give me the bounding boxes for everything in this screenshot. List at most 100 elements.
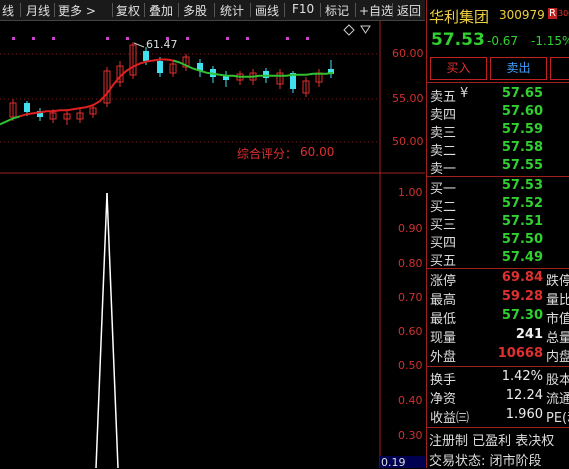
- ask-row-3: 卖三 57.59: [427, 122, 569, 141]
- ask-row-5: 卖五 ¥ 57.65: [427, 86, 569, 105]
- toolbar-back[interactable]: 返回: [397, 2, 421, 19]
- more-button[interactable]: [550, 57, 569, 80]
- quote-panel: 华利集团 300979 R 300 57.53 -0.67 -1.15% 买入 …: [426, 0, 569, 469]
- triangle-down-icon[interactable]: [360, 25, 371, 34]
- indicator-line-segment: [106, 192, 119, 468]
- stat-extra-label: 总量: [546, 331, 569, 346]
- ma-line-red: [19, 58, 174, 118]
- stat-label: 外盘: [430, 350, 457, 365]
- marker-dot: [186, 37, 189, 40]
- bid-price: 57.53: [501, 178, 543, 193]
- stat-label: 最低: [430, 312, 457, 327]
- toolbar-separator: [214, 3, 215, 17]
- sell-button[interactable]: 卖出: [490, 57, 547, 80]
- fin-label: 换手: [430, 373, 457, 388]
- toolbar-separator: [20, 3, 21, 17]
- marker-dot: [246, 37, 249, 40]
- stat-extra-label: 量比: [546, 293, 569, 308]
- bottom-value-label: 0.19: [381, 456, 406, 469]
- stat-value: 69.84: [501, 270, 543, 285]
- kline-chart-svg: [0, 21, 425, 468]
- fin-extra-label: 股本: [546, 373, 569, 388]
- toolbar-f10[interactable]: F10: [292, 2, 314, 16]
- ask-label: 卖五: [430, 90, 457, 105]
- marker-dot: [52, 37, 55, 40]
- toolbar-draw-line[interactable]: 画线: [255, 2, 279, 19]
- bid-price: 57.51: [501, 214, 543, 229]
- toolbar-multi-stock[interactable]: 多股: [183, 2, 207, 19]
- marker-dot: [32, 37, 35, 40]
- trading-status: 交易状态: 闭市阶段: [429, 454, 542, 469]
- stat-row: 最高 59.28 量比: [427, 289, 569, 308]
- fin-label: 净资: [430, 392, 457, 407]
- toolbar-separator: [54, 3, 55, 17]
- price-change-percent: -1.15%: [531, 34, 569, 48]
- chart-toolbar: 线 月线 更多 > 复权 叠加 多股 统计 画线 F10 标记 +自选 返回: [0, 0, 425, 21]
- fin-label: 收益㈢: [430, 411, 470, 426]
- toolbar-separator: [144, 3, 145, 17]
- toolbar-more[interactable]: 更多 >: [58, 2, 96, 19]
- stat-row: 外盘 10668 内盘: [427, 346, 569, 365]
- bid-label: 买五: [430, 254, 457, 269]
- toolbar-month-line[interactable]: 月线: [26, 2, 50, 19]
- bid-price: 57.49: [501, 250, 543, 265]
- stat-row: 最低 57.30 市值: [427, 308, 569, 327]
- stat-label: 现量: [430, 331, 457, 346]
- buy-button[interactable]: 买入: [430, 57, 487, 80]
- fin-extra-label: 流通: [546, 392, 569, 407]
- indicator-tick-label: 0.90: [398, 222, 423, 235]
- registration-tag: R: [548, 8, 557, 19]
- diamond-icon[interactable]: [343, 24, 355, 36]
- stat-extra-label: 跌停: [546, 274, 569, 289]
- stock-code: 300979: [499, 8, 545, 22]
- marker-dot: [106, 37, 109, 40]
- toolbar-add-favorite[interactable]: +自选: [359, 2, 393, 19]
- toolbar-overlay[interactable]: 叠加: [149, 2, 173, 19]
- ask-label: 卖四: [430, 108, 457, 123]
- price-change: -0.67: [487, 34, 519, 48]
- price-tick-label: 50.00: [392, 135, 424, 148]
- ask-price: 57.65: [501, 86, 543, 101]
- ask-row-2: 卖二 57.58: [427, 140, 569, 159]
- stat-label: 涨停: [430, 274, 457, 289]
- indicator-tick-label: 0.80: [398, 257, 423, 270]
- bid-row-5: 买五 57.49: [427, 250, 569, 269]
- divider: [427, 176, 569, 177]
- stock-attributes: 注册制 已盈利 表决权: [429, 434, 555, 449]
- fin-value: 1.960: [505, 407, 543, 422]
- bid-label: 买一: [430, 182, 457, 197]
- marker-dot: [286, 37, 289, 40]
- fin-value: 12.24: [505, 388, 543, 403]
- bid-price: 57.52: [501, 196, 543, 211]
- ask-price: 57.59: [501, 122, 543, 137]
- ask-row-4: 卖四 57.60: [427, 104, 569, 123]
- marker-dot: [126, 37, 129, 40]
- stat-label: 最高: [430, 293, 457, 308]
- indicator-tick-label: 0.60: [398, 325, 423, 338]
- bid-label: 买三: [430, 218, 457, 233]
- stat-row: 现量 241 总量: [427, 327, 569, 346]
- peak-price-label: 61.47: [146, 38, 178, 51]
- ask-mark: ¥: [460, 86, 469, 101]
- toolbar-mark[interactable]: 标记: [325, 2, 349, 19]
- ask-label: 卖一: [430, 162, 457, 177]
- ma-line-green-start: [0, 115, 21, 126]
- toolbar-separator: [320, 3, 321, 17]
- bid-label: 买四: [430, 236, 457, 251]
- divider: [427, 366, 569, 367]
- marker-dot: [226, 37, 229, 40]
- indicator-tick-label: 0.40: [398, 394, 423, 407]
- toolbar-statistics[interactable]: 统计: [220, 2, 244, 19]
- price-tick-label: 60.00: [392, 47, 424, 60]
- marker-dot: [12, 37, 15, 40]
- current-price: 57.53: [431, 30, 485, 50]
- indicator-tick-label: 0.50: [398, 359, 423, 372]
- kline-chart-area[interactable]: 61.47 综合评分： 60.00 60.00 55.00 50.00 1.00…: [0, 21, 425, 469]
- toolbar-week-line[interactable]: 线: [2, 2, 14, 19]
- score-value: 60.00: [300, 145, 335, 159]
- price-tick-label: 55.00: [392, 92, 424, 105]
- divider: [427, 82, 569, 83]
- toolbar-restore-rights[interactable]: 复权: [116, 2, 140, 19]
- bid-label: 买二: [430, 200, 457, 215]
- ask-price: 57.60: [501, 104, 543, 119]
